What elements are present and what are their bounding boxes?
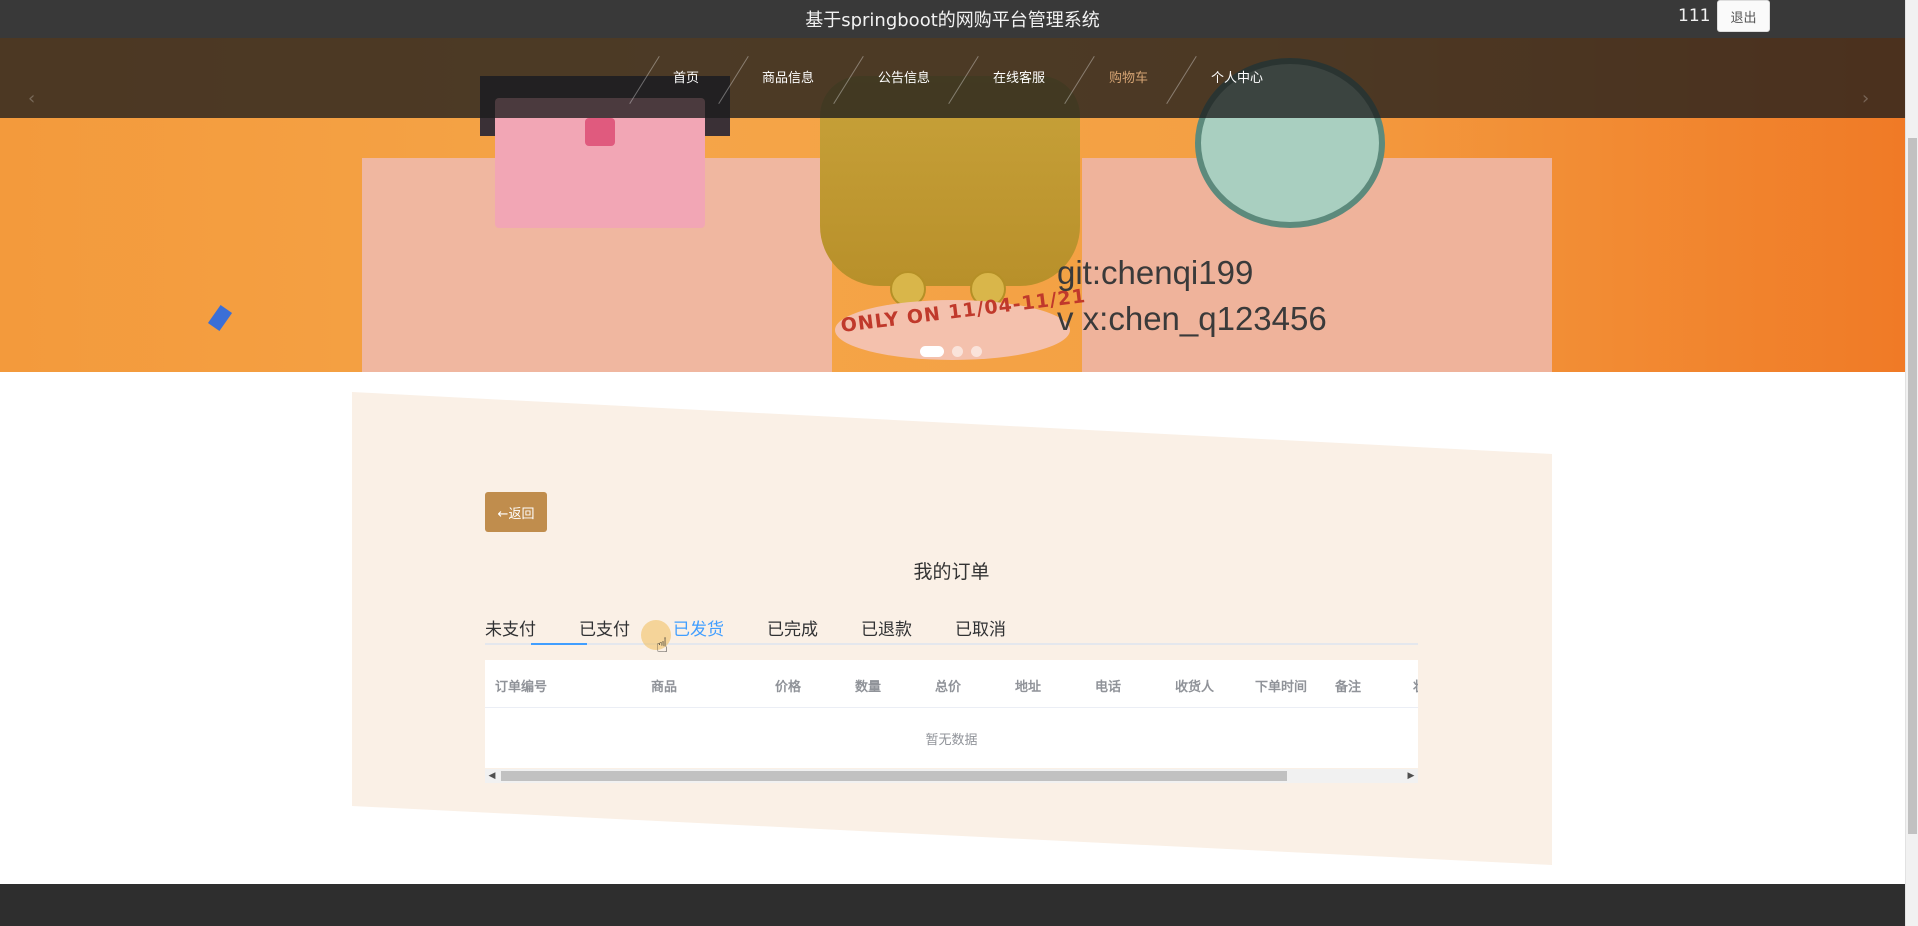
bag-lock-icon (585, 118, 615, 146)
tab-cancelled[interactable]: 已取消 (955, 615, 1006, 640)
carousel-dot[interactable] (920, 346, 944, 357)
scroll-right-icon[interactable]: ▶ (1404, 769, 1418, 783)
page: 基于springboot的网购平台管理系统 111 退出 ONLY ON 11/… (0, 0, 1918, 926)
column-header: 订单编号 (495, 680, 548, 695)
tab-refunded[interactable]: 已退款 (861, 615, 912, 640)
column-header: 备注 (1335, 680, 1362, 695)
order-status-tabs: 未支付 已支付 已发货 已完成 已退款 已取消 (485, 613, 1418, 645)
top-bar: 基于springboot的网购平台管理系统 111 退出 (0, 0, 1905, 38)
nav-divider (833, 55, 864, 105)
tab-completed[interactable]: 已完成 (767, 615, 818, 640)
nav-item-cart[interactable]: 购物车 (1109, 67, 1148, 86)
carousel-indicators (920, 346, 982, 357)
username-label: 111 (1678, 6, 1711, 26)
scroll-left-icon[interactable]: ◀ (485, 769, 499, 783)
tab-unpaid[interactable]: 未支付 (485, 615, 536, 640)
nav-divider (629, 55, 660, 105)
carousel-dot[interactable] (952, 346, 963, 357)
column-header: 数量 (855, 680, 882, 695)
nav-divider (1064, 55, 1095, 105)
tab-shipped[interactable]: 已发货 (673, 615, 724, 640)
hand-cursor-icon: ☝ (656, 633, 669, 657)
orders-table: 订单编号 商品 价格 数量 总价 地址 电话 收货人 下单时间 备注 状 暂无数… (485, 660, 1418, 768)
footer (0, 884, 1905, 926)
back-button[interactable]: ←返回 (485, 492, 547, 532)
column-header: 下单时间 (1255, 680, 1308, 695)
main-nav: 首页 商品信息 公告信息 在线客服 购物车 个人中心 (0, 38, 1905, 118)
column-header: 状 (1413, 676, 1418, 695)
scrollbar-thumb[interactable] (1908, 138, 1917, 834)
nav-item-profile[interactable]: 个人中心 (1211, 67, 1263, 86)
column-header: 商品 (651, 680, 678, 695)
carousel-next-icon[interactable]: › (1862, 88, 1869, 109)
table-header: 订单编号 商品 价格 数量 总价 地址 电话 收货人 下单时间 备注 状 (485, 660, 1418, 708)
tab-paid[interactable]: 已支付 (579, 615, 630, 640)
page-vertical-scrollbar[interactable] (1905, 0, 1918, 926)
watermark-line-1: git:chenqi199 (1057, 254, 1254, 291)
nav-item-home[interactable]: 首页 (673, 67, 699, 86)
logout-button[interactable]: 退出 (1717, 0, 1770, 32)
nav-item-products[interactable]: 商品信息 (762, 67, 814, 86)
page-title: 我的订单 (913, 561, 990, 583)
active-tab-indicator (531, 643, 587, 645)
column-header: 价格 (775, 680, 802, 695)
column-header: 地址 (1015, 680, 1042, 695)
carousel-prev-icon[interactable]: ‹ (28, 88, 35, 109)
column-header: 电话 (1095, 680, 1122, 695)
nav-divider (948, 55, 979, 105)
nav-item-notices[interactable]: 公告信息 (878, 67, 930, 86)
column-header: 收货人 (1175, 680, 1215, 695)
watermark-line-2: v x:chen_q123456 (1057, 300, 1327, 337)
nav-item-support[interactable]: 在线客服 (993, 67, 1045, 86)
confetti-decoration (207, 304, 233, 332)
scrollbar-thumb[interactable] (501, 771, 1287, 781)
site-title: 基于springboot的网购平台管理系统 (805, 10, 1100, 31)
empty-state-text: 暂无数据 (925, 732, 978, 748)
banner-carousel: ONLY ON 11/04-11/21 git:chenqi199 v x:ch… (0, 38, 1905, 372)
nav-divider (1166, 55, 1197, 105)
nav-divider (718, 55, 749, 105)
table-horizontal-scrollbar[interactable]: ◀ ▶ (485, 769, 1418, 783)
carousel-dot[interactable] (971, 346, 982, 357)
column-header: 总价 (935, 680, 962, 695)
